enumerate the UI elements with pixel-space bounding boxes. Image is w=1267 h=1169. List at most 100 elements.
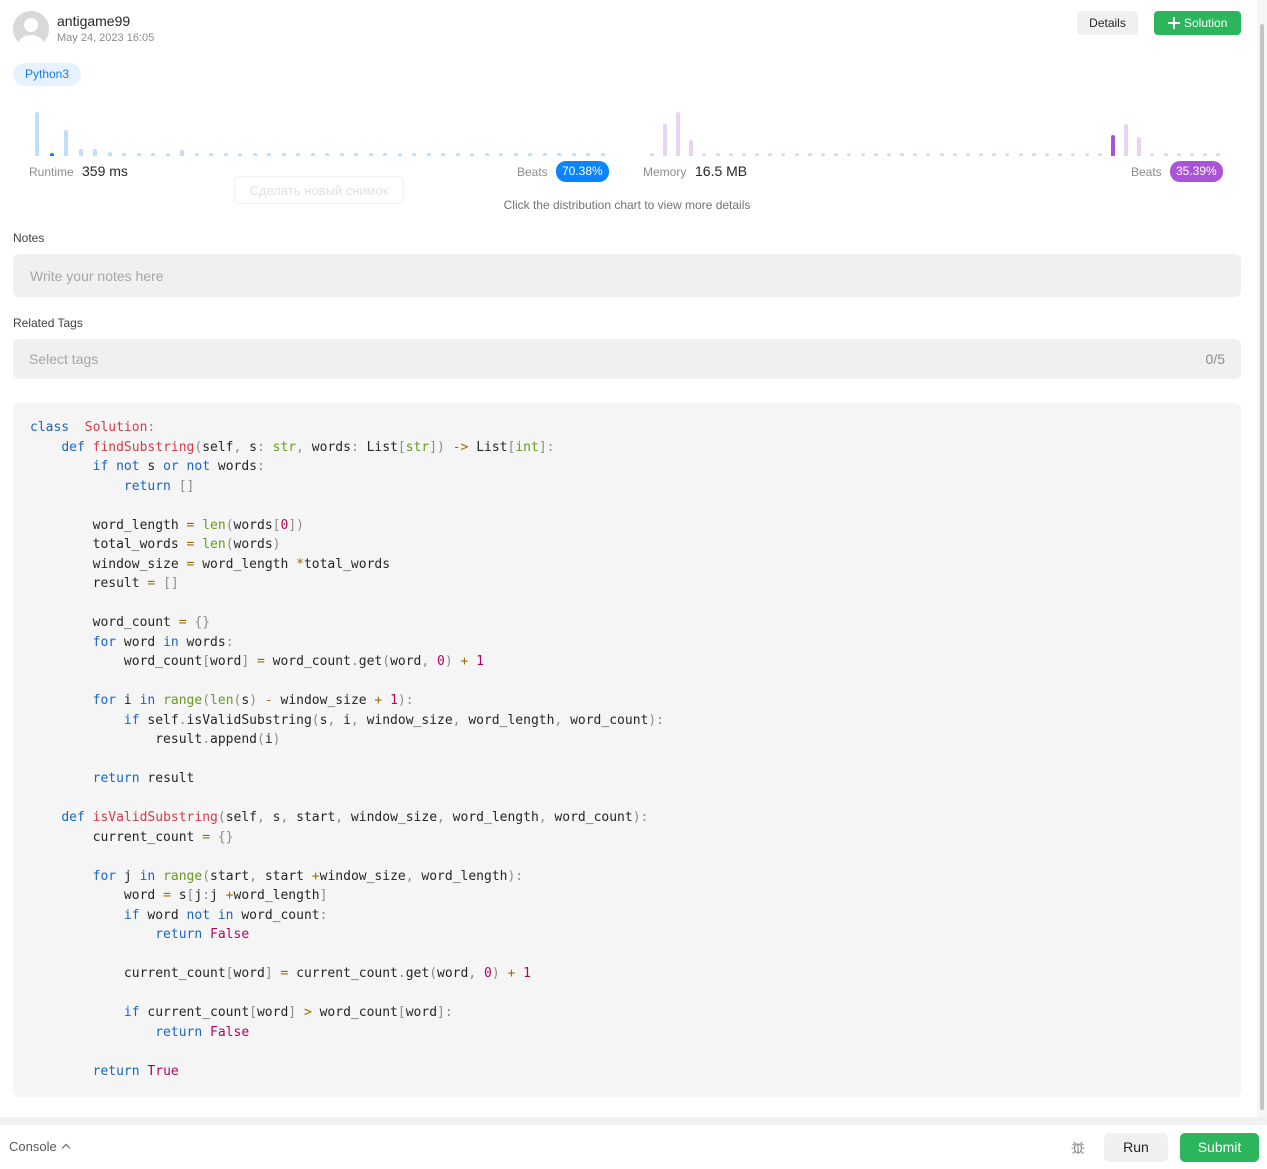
- memory-distribution-bar[interactable]: [847, 153, 851, 156]
- runtime-distribution-bar[interactable]: [398, 153, 402, 156]
- runtime-distribution-bar[interactable]: [528, 153, 532, 156]
- memory-distribution-bar[interactable]: [1098, 153, 1102, 156]
- memory-distribution-bar[interactable]: [755, 153, 759, 156]
- memory-distribution-bar[interactable]: [1019, 153, 1023, 156]
- runtime-distribution-bar[interactable]: [354, 153, 358, 156]
- runtime-distribution-bar[interactable]: [369, 153, 373, 156]
- memory-distribution-bar[interactable]: [716, 153, 720, 156]
- console-toggle[interactable]: Console: [9, 1139, 70, 1154]
- runtime-distribution-bar[interactable]: [108, 152, 112, 156]
- code-token: word: [116, 634, 156, 650]
- runtime-distribution-bar[interactable]: [224, 153, 228, 156]
- memory-distribution-bar[interactable]: [1005, 153, 1009, 156]
- memory-distribution-bar[interactable]: [1177, 153, 1181, 156]
- runtime-distribution-bar[interactable]: [586, 153, 590, 156]
- runtime-distribution-bar[interactable]: [427, 153, 431, 156]
- post-solution-button[interactable]: Solution: [1154, 11, 1241, 35]
- notes-input[interactable]: [13, 254, 1241, 297]
- runtime-distribution-bar[interactable]: [514, 153, 518, 156]
- runtime-distribution-bar[interactable]: [601, 153, 605, 156]
- memory-distribution-bar[interactable]: [940, 153, 944, 156]
- memory-distribution-bar[interactable]: [702, 153, 706, 156]
- memory-distribution-bar[interactable]: [926, 153, 930, 156]
- memory-distribution-bar[interactable]: [979, 153, 983, 156]
- memory-distribution-bar[interactable]: [742, 153, 746, 156]
- details-button[interactable]: Details: [1077, 11, 1138, 35]
- memory-distribution-bar[interactable]: [1124, 124, 1128, 156]
- memory-distribution-bar[interactable]: [874, 153, 878, 156]
- runtime-distribution-bar[interactable]: [137, 153, 141, 156]
- runtime-distribution-bar[interactable]: [209, 153, 213, 156]
- runtime-distribution-bar[interactable]: [470, 153, 474, 156]
- memory-distribution-bar[interactable]: [1111, 135, 1115, 156]
- memory-distribution-bar[interactable]: [663, 124, 667, 156]
- runtime-distribution-bar[interactable]: [456, 153, 460, 156]
- run-button[interactable]: Run: [1104, 1133, 1168, 1162]
- memory-distribution-bar[interactable]: [887, 153, 891, 156]
- avatar[interactable]: [13, 11, 49, 47]
- runtime-distribution-bar[interactable]: [180, 150, 184, 156]
- memory-distribution-chart[interactable]: [645, 100, 1225, 156]
- memory-distribution-bar[interactable]: [768, 153, 772, 156]
- runtime-distribution-bar[interactable]: [93, 149, 97, 156]
- runtime-distribution-bar[interactable]: [122, 153, 126, 156]
- memory-distribution-bar[interactable]: [1045, 153, 1049, 156]
- memory-distribution-bar[interactable]: [966, 153, 970, 156]
- memory-distribution-bar[interactable]: [650, 153, 654, 156]
- memory-distribution-bar[interactable]: [1032, 153, 1036, 156]
- memory-distribution-bar[interactable]: [1203, 153, 1207, 156]
- runtime-distribution-bar[interactable]: [383, 153, 387, 156]
- runtime-distribution-bar[interactable]: [441, 153, 445, 156]
- runtime-distribution-bar[interactable]: [282, 153, 286, 156]
- memory-distribution-bar[interactable]: [1190, 153, 1194, 156]
- runtime-distribution-bar[interactable]: [485, 153, 489, 156]
- runtime-distribution-bar[interactable]: [543, 153, 547, 156]
- memory-distribution-bar[interactable]: [1058, 153, 1062, 156]
- runtime-distribution-bar[interactable]: [195, 153, 199, 156]
- runtime-distribution-bar[interactable]: [253, 153, 257, 156]
- runtime-distribution-bar[interactable]: [35, 112, 39, 156]
- memory-distribution-bar[interactable]: [1085, 153, 1089, 156]
- runtime-distribution-bar[interactable]: [325, 153, 329, 156]
- memory-distribution-bar[interactable]: [808, 153, 812, 156]
- author-username[interactable]: antigame99: [57, 13, 130, 29]
- memory-distribution-bar[interactable]: [781, 153, 785, 156]
- runtime-distribution-bar[interactable]: [340, 153, 344, 156]
- memory-distribution-bar[interactable]: [689, 140, 693, 156]
- runtime-distribution-bar[interactable]: [151, 153, 155, 156]
- runtime-distribution-bar[interactable]: [557, 153, 561, 156]
- memory-distribution-bar[interactable]: [1137, 137, 1141, 156]
- runtime-distribution-bar[interactable]: [50, 153, 54, 156]
- memory-distribution-bar[interactable]: [1071, 153, 1075, 156]
- vertical-scrollbar[interactable]: [1257, 0, 1267, 1117]
- bug-icon[interactable]: [1070, 1139, 1086, 1155]
- memory-distribution-bar[interactable]: [1164, 153, 1168, 156]
- scrollbar-thumb[interactable]: [1260, 24, 1264, 1110]
- runtime-distribution-bar[interactable]: [166, 153, 170, 156]
- code-viewer[interactable]: class Solution: def findSubstring(self, …: [13, 403, 1241, 1097]
- memory-distribution-bar[interactable]: [913, 153, 917, 156]
- memory-distribution-bar[interactable]: [992, 153, 996, 156]
- runtime-distribution-bar[interactable]: [572, 153, 576, 156]
- runtime-distribution-bar[interactable]: [267, 153, 271, 156]
- runtime-distribution-bar[interactable]: [412, 153, 416, 156]
- memory-distribution-bar[interactable]: [861, 153, 865, 156]
- memory-distribution-bar[interactable]: [1150, 153, 1154, 156]
- memory-distribution-bar[interactable]: [795, 153, 799, 156]
- runtime-distribution-bar[interactable]: [311, 153, 315, 156]
- memory-distribution-bar[interactable]: [1216, 153, 1220, 156]
- memory-distribution-bar[interactable]: [953, 153, 957, 156]
- submit-button[interactable]: Submit: [1180, 1133, 1259, 1162]
- runtime-distribution-bar[interactable]: [64, 130, 68, 156]
- tags-select[interactable]: Select tags 0/5: [13, 339, 1241, 379]
- runtime-distribution-bar[interactable]: [79, 149, 83, 156]
- runtime-distribution-bar[interactable]: [296, 153, 300, 156]
- memory-distribution-bar[interactable]: [900, 153, 904, 156]
- memory-distribution-bar[interactable]: [729, 153, 733, 156]
- runtime-distribution-bar[interactable]: [238, 153, 242, 156]
- memory-distribution-bar[interactable]: [834, 153, 838, 156]
- runtime-distribution-bar[interactable]: [499, 153, 503, 156]
- runtime-distribution-chart[interactable]: [30, 100, 610, 156]
- memory-distribution-bar[interactable]: [676, 112, 680, 156]
- memory-distribution-bar[interactable]: [821, 153, 825, 156]
